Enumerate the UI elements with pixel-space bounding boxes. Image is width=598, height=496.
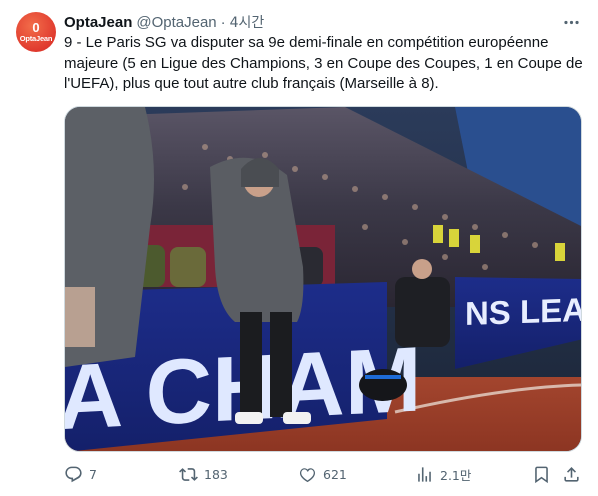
retweet-icon (179, 467, 198, 481)
tweet: 0 OptaJean OptaJean @OptaJean · 4시간 9 - … (0, 0, 598, 496)
views-icon (418, 466, 431, 482)
like-button[interactable]: 621 (298, 462, 347, 486)
like-icon (299, 467, 316, 482)
reply-count: 7 (89, 466, 97, 482)
kit-bag (359, 369, 407, 401)
share-button[interactable] (562, 462, 581, 486)
share-icon (564, 466, 579, 482)
retweet-button[interactable]: 183 (179, 462, 228, 486)
tweet-photo[interactable]: A CHAM NS LEAGUE (64, 106, 582, 452)
views-count: 2.1만 (440, 467, 472, 483)
avatar-logo-glyph: 0 (32, 19, 40, 35)
author-name[interactable]: OptaJean (64, 14, 132, 31)
tweet-header: OptaJean @OptaJean · 4시간 (64, 12, 264, 32)
like-count: 621 (323, 466, 347, 482)
avatar[interactable]: 0 OptaJean (16, 12, 56, 52)
retweet-count: 183 (204, 466, 228, 482)
tweet-actions: 7 183 621 2.1만 (64, 462, 584, 486)
author-handle[interactable]: @OptaJean (136, 14, 216, 31)
separator-dot: · (220, 13, 226, 31)
avatar-logo-word: OptaJean (19, 33, 53, 43)
reply-icon (65, 466, 82, 482)
views-button[interactable]: 2.1만 (415, 462, 471, 486)
tweet-text: 9 - Le Paris SG va disputer sa 9e demi-f… (64, 34, 583, 92)
more-icon[interactable] (556, 10, 586, 34)
reply-button[interactable]: 7 (64, 462, 97, 486)
bookmark-button[interactable] (532, 462, 551, 486)
bookmark-icon (535, 466, 548, 483)
ad-board-right-text: NS LEAGUE (465, 288, 582, 332)
tweet-timestamp[interactable]: 4시간 (230, 12, 265, 32)
